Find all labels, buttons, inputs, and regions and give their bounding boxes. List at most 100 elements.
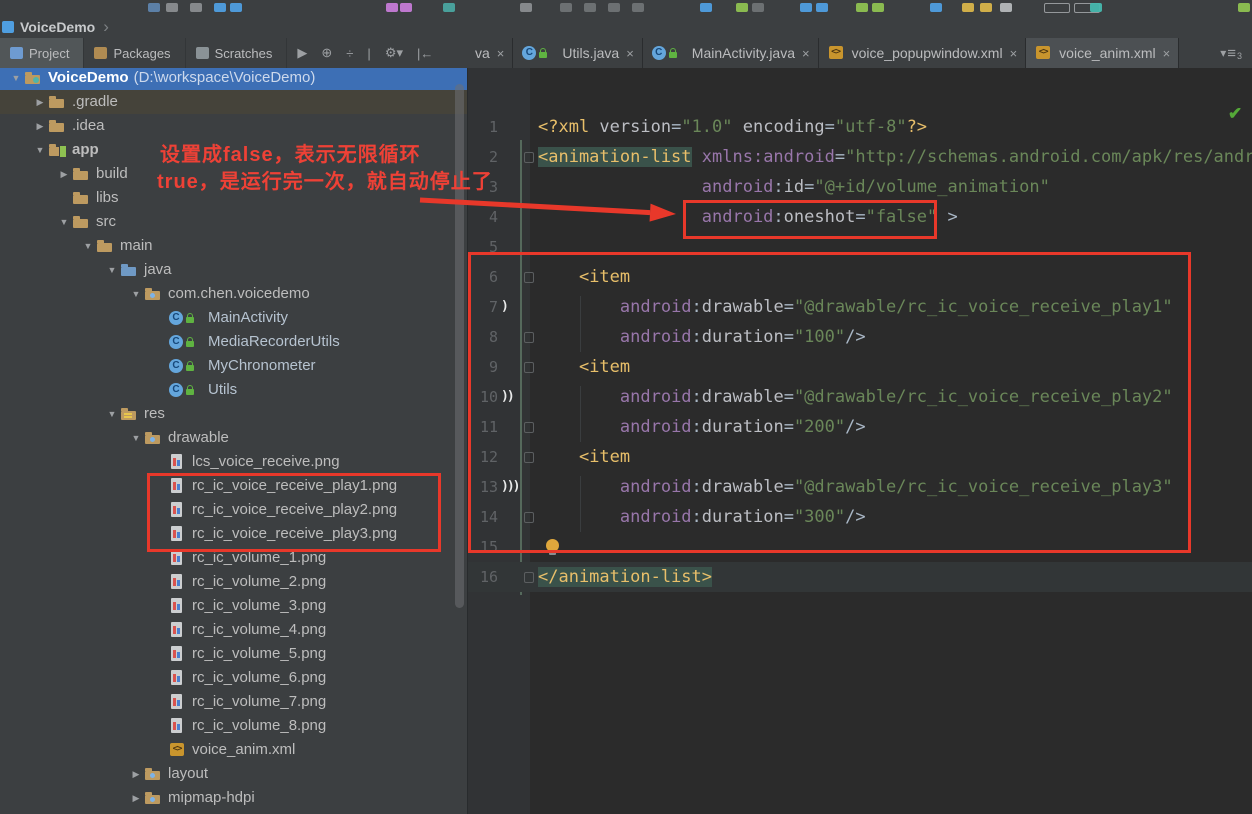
tree-item-com-chen-voicedemo[interactable]: ▼com.chen.voicedemo: [0, 282, 468, 306]
close-icon[interactable]: ×: [802, 46, 810, 61]
tree-item-build[interactable]: ▶build: [0, 162, 468, 186]
code-line-10[interactable]: 10)) android:drawable="@drawable/rc_ic_v…: [468, 382, 1252, 412]
editor-tab-va[interactable]: va×: [467, 38, 513, 68]
tree-item-mainactivity[interactable]: CMainActivity: [0, 306, 468, 330]
intention-bulb-icon[interactable]: [546, 539, 559, 552]
tree-expanded-arrow-icon[interactable]: ▼: [32, 138, 48, 162]
tree-item--idea[interactable]: ▶.idea: [0, 114, 468, 138]
toolbar-icon-fragment[interactable]: [584, 3, 596, 12]
tree-expanded-arrow-icon[interactable]: ▼: [104, 258, 120, 282]
panel-action-icon-4[interactable]: ⚙▾: [385, 45, 403, 61]
tree-collapsed-arrow-icon[interactable]: ▶: [56, 162, 72, 186]
toolbar-icon-fragment[interactable]: [632, 3, 644, 12]
code-line-2[interactable]: 2<animation-list xmlns:android="http://s…: [468, 142, 1252, 172]
tree-expanded-arrow-icon[interactable]: ▼: [56, 210, 72, 234]
toolbar-icon-fragment[interactable]: [190, 3, 202, 12]
panel-tab-project[interactable]: Project: [0, 38, 84, 68]
toolbar-icon-fragment[interactable]: [736, 3, 748, 12]
toolbar-icon-fragment[interactable]: [1090, 3, 1102, 12]
panel-action-icon-0[interactable]: ▶: [297, 45, 307, 61]
close-icon[interactable]: ×: [497, 46, 505, 61]
editor-tab-MainActivity.java[interactable]: CMainActivity.java×: [643, 38, 819, 68]
tree-item-app[interactable]: ▼app: [0, 138, 468, 162]
tree-item-main[interactable]: ▼main: [0, 234, 468, 258]
toolbar-icon-fragment[interactable]: [930, 3, 942, 12]
code-line-6[interactable]: 6 <item: [468, 262, 1252, 292]
code-line-1[interactable]: 1<?xml version="1.0" encoding="utf-8"?>: [468, 112, 1252, 142]
tree-item-rc-ic-volume-8-png[interactable]: rc_ic_volume_8.png: [0, 714, 468, 738]
toolbar-icon-fragment[interactable]: [400, 3, 412, 12]
fold-marker-icon[interactable]: [524, 452, 534, 463]
project-tree-scrollbar[interactable]: [455, 84, 464, 608]
toolbar-icon-fragment[interactable]: [962, 3, 974, 12]
tree-item-mediarecorderutils[interactable]: CMediaRecorderUtils: [0, 330, 468, 354]
tree-expanded-arrow-icon[interactable]: ▼: [104, 402, 120, 426]
code-line-7[interactable]: 7) android:drawable="@drawable/rc_ic_voi…: [468, 292, 1252, 322]
toolbar-icon-fragment[interactable]: [980, 3, 992, 12]
toolbar-icon-fragment[interactable]: [148, 3, 160, 12]
toolbar-icon-fragment[interactable]: [816, 3, 828, 12]
toolbar-icon-fragment[interactable]: [872, 3, 884, 12]
inspection-ok-icon[interactable]: ✔: [1228, 104, 1242, 124]
code-line-5[interactable]: 5: [468, 232, 1252, 262]
editor-tab-voice_popupwindow.xml[interactable]: <>voice_popupwindow.xml×: [819, 38, 1027, 68]
fold-marker-icon[interactable]: [524, 362, 534, 373]
close-icon[interactable]: ×: [1010, 46, 1018, 61]
tree-item-utils[interactable]: CUtils: [0, 378, 468, 402]
fold-marker-icon[interactable]: [524, 422, 534, 433]
tree-item-rc-ic-volume-3-png[interactable]: rc_ic_volume_3.png: [0, 594, 468, 618]
tree-expanded-arrow-icon[interactable]: ▼: [80, 234, 96, 258]
code-line-13[interactable]: 13))) android:drawable="@drawable/rc_ic_…: [468, 472, 1252, 502]
fold-marker-icon[interactable]: [524, 572, 534, 583]
tree-expanded-arrow-icon[interactable]: ▼: [128, 282, 144, 306]
tree-item-rc-ic-volume-4-png[interactable]: rc_ic_volume_4.png: [0, 618, 468, 642]
toolbar-icon-fragment[interactable]: [608, 3, 620, 12]
tree-item-lcs-voice-receive-png[interactable]: lcs_voice_receive.png: [0, 450, 468, 474]
code-line-11[interactable]: 11 android:duration="200"/>: [468, 412, 1252, 442]
toolbar-icon-fragment[interactable]: [166, 3, 178, 12]
code-line-9[interactable]: 9 <item: [468, 352, 1252, 382]
panel-action-icon-1[interactable]: ⊕: [321, 45, 332, 61]
panel-action-icon-3[interactable]: |: [367, 46, 370, 61]
panel-tab-packages[interactable]: Packages: [84, 38, 185, 68]
code-line-12[interactable]: 12 <item: [468, 442, 1252, 472]
code-line-15[interactable]: 15: [468, 532, 1252, 562]
editor-tab-Utils.java[interactable]: CUtils.java×: [513, 38, 642, 68]
code-line-4[interactable]: 4 android:oneshot="false" >: [468, 202, 1252, 232]
close-icon[interactable]: ×: [1163, 46, 1171, 61]
tree-item-voice-anim-xml[interactable]: <>voice_anim.xml: [0, 738, 468, 762]
fold-marker-icon[interactable]: [524, 152, 534, 163]
tree-collapsed-arrow-icon[interactable]: ▶: [128, 762, 144, 786]
toolbar-icon-fragment[interactable]: [700, 3, 712, 12]
toolbar-icon-fragment[interactable]: [520, 3, 532, 12]
tree-item-java[interactable]: ▼java: [0, 258, 468, 282]
tree-item-src[interactable]: ▼src: [0, 210, 468, 234]
editor-tab-voice_anim.xml[interactable]: <>voice_anim.xml×: [1026, 38, 1179, 68]
fold-marker-icon[interactable]: [524, 272, 534, 283]
tree-expanded-arrow-icon[interactable]: ▼: [128, 426, 144, 450]
toolbar-icon-fragment[interactable]: [386, 3, 398, 12]
tree-item-partial[interactable]: ▶: [0, 810, 468, 814]
toolbar-icon-fragment[interactable]: [856, 3, 868, 12]
tree-item-mychronometer[interactable]: CMyChronometer: [0, 354, 468, 378]
code-line-8[interactable]: 8 android:duration="100"/>: [468, 322, 1252, 352]
toolbar-icon-fragment[interactable]: [230, 3, 242, 12]
tree-item-rc-ic-voice-receive-play1-png[interactable]: rc_ic_voice_receive_play1.png: [0, 474, 468, 498]
toolbar-icon-fragment[interactable]: [1044, 3, 1070, 13]
tree-item-rc-ic-volume-2-png[interactable]: rc_ic_volume_2.png: [0, 570, 468, 594]
code-line-3[interactable]: 3 android:id="@+id/volume_animation": [468, 172, 1252, 202]
tree-item-rc-ic-volume-5-png[interactable]: rc_ic_volume_5.png: [0, 642, 468, 666]
tree-expanded-arrow-icon[interactable]: ▼: [8, 68, 24, 90]
tree-item-mipmap-hdpi[interactable]: ▶mipmap-hdpi: [0, 786, 468, 810]
tree-item-rc-ic-volume-6-png[interactable]: rc_ic_volume_6.png: [0, 666, 468, 690]
toolbar-icon-fragment[interactable]: [752, 3, 764, 12]
tab-list-dropdown[interactable]: ▾≡3: [1210, 38, 1252, 68]
panel-action-icon-5[interactable]: |←: [417, 46, 433, 61]
close-icon[interactable]: ×: [626, 46, 634, 61]
toolbar-icon-fragment[interactable]: [443, 3, 455, 12]
tree-item-rc-ic-voice-receive-play3-png[interactable]: rc_ic_voice_receive_play3.png: [0, 522, 468, 546]
tree-item-rc-ic-volume-1-png[interactable]: rc_ic_volume_1.png: [0, 546, 468, 570]
toolbar-icon-fragment[interactable]: [1238, 3, 1250, 12]
code-line-14[interactable]: 14 android:duration="300"/>: [468, 502, 1252, 532]
tree-item-layout[interactable]: ▶layout: [0, 762, 468, 786]
